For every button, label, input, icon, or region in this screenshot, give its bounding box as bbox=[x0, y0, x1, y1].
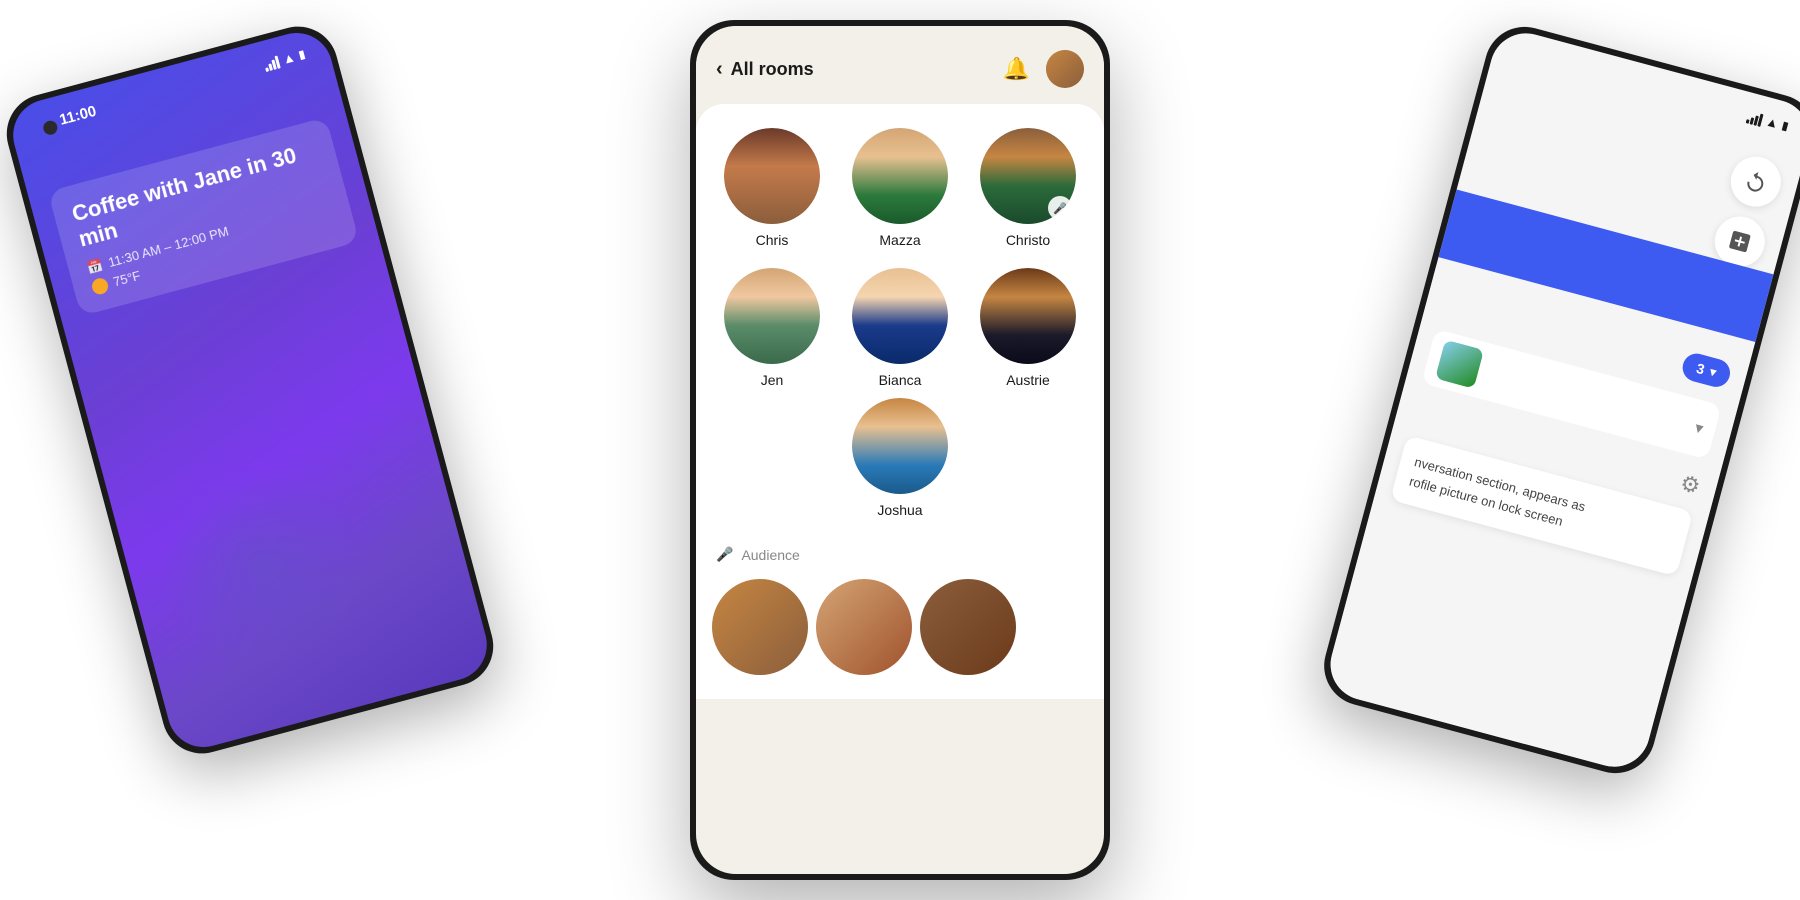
contact-name-bianca: Bianca bbox=[879, 372, 922, 388]
avatar-mazza bbox=[852, 128, 948, 224]
signal-icon bbox=[263, 54, 281, 71]
back-button[interactable]: ‹ All rooms bbox=[716, 58, 814, 81]
contact-bianca[interactable]: Bianca bbox=[840, 268, 960, 388]
contact-joshua-row[interactable]: Joshua bbox=[712, 398, 1088, 518]
count-badge[interactable]: 3 ▾ bbox=[1680, 351, 1733, 390]
mute-badge-christo: 🎤 bbox=[1048, 196, 1072, 220]
calendar-icon: 📅 bbox=[85, 257, 105, 277]
contacts-area: Chris Mazza bbox=[696, 104, 1104, 699]
mic-icon: 🎤 bbox=[716, 546, 733, 563]
contact-mazza[interactable]: Mazza bbox=[840, 128, 960, 248]
status-bar-left: ▲ ▮ bbox=[262, 47, 306, 72]
phone-center: ‹ All rooms 🔔 bbox=[690, 20, 1110, 880]
badge-chevron-icon: ▾ bbox=[1708, 365, 1717, 380]
clock-time: 11:00 bbox=[58, 103, 99, 129]
scene: ▲ ▮ 11:00 Coffee with Jane in 30 min 📅 1… bbox=[0, 0, 1800, 900]
rotate-icon-button[interactable] bbox=[1725, 151, 1786, 212]
contact-name-jen: Jen bbox=[761, 372, 784, 388]
contact-name-mazza: Mazza bbox=[879, 232, 920, 248]
audience-avatar-3[interactable] bbox=[920, 579, 1016, 675]
avatar-austrie bbox=[980, 268, 1076, 364]
audience-avatar-1[interactable] bbox=[712, 579, 808, 675]
phone-left: ▲ ▮ 11:00 Coffee with Jane in 30 min 📅 1… bbox=[0, 18, 502, 763]
contact-name-joshua: Joshua bbox=[877, 502, 922, 518]
bell-icon[interactable]: 🔔 bbox=[1003, 56, 1030, 82]
header-icons: 🔔 bbox=[1003, 50, 1084, 88]
thumbnail-image bbox=[1435, 340, 1484, 389]
contact-austrie[interactable]: Austrie bbox=[968, 268, 1088, 388]
camera-punch-hole bbox=[42, 119, 59, 136]
contact-name-chris: Chris bbox=[756, 232, 789, 248]
rooms-header: ‹ All rooms 🔔 bbox=[696, 26, 1104, 104]
contact-jen[interactable]: Jen bbox=[712, 268, 832, 388]
weather-sun-icon bbox=[90, 276, 110, 296]
avatar-bianca bbox=[852, 268, 948, 364]
back-arrow-icon: ‹ bbox=[716, 58, 723, 81]
right-content-area: 3 ▾ ▾ ⚙ nversation sec bbox=[1323, 267, 1753, 775]
phone-right: ▲ ▮ bbox=[1315, 18, 1800, 782]
notification-card: Coffee with Jane in 30 min 📅 11:30 AM – … bbox=[48, 117, 360, 316]
contact-name-christo: Christo bbox=[1006, 232, 1050, 248]
audience-section-label: 🎤 Audience bbox=[712, 534, 1088, 571]
status-bar-right: ▲ ▮ bbox=[1746, 109, 1790, 134]
avatar-joshua bbox=[852, 398, 948, 494]
user-avatar-header[interactable] bbox=[1046, 50, 1084, 88]
contacts-grid: Chris Mazza bbox=[712, 128, 1088, 388]
battery-icon-right: ▮ bbox=[1781, 119, 1790, 133]
avatar-christo: 🎤 bbox=[980, 128, 1076, 224]
battery-icon: ▮ bbox=[297, 48, 306, 62]
contact-chris[interactable]: Chris bbox=[712, 128, 832, 248]
avatar-chris bbox=[724, 128, 820, 224]
audience-avatar-2[interactable] bbox=[816, 579, 912, 675]
wifi-icon-right: ▲ bbox=[1764, 113, 1780, 131]
avatar-jen bbox=[724, 268, 820, 364]
thumbnail-chevron-icon: ▾ bbox=[1693, 418, 1706, 439]
bottom-avatars-row bbox=[712, 579, 1088, 675]
contact-name-austrie: Austrie bbox=[1006, 372, 1050, 388]
signal-icon-right bbox=[1746, 109, 1764, 126]
gear-icon[interactable]: ⚙ bbox=[1677, 470, 1703, 500]
header-title: All rooms bbox=[731, 59, 814, 80]
right-top-action-icons bbox=[1709, 151, 1786, 272]
contact-christo[interactable]: 🎤 Christo bbox=[968, 128, 1088, 248]
badge-count: 3 bbox=[1695, 360, 1707, 377]
wifi-icon: ▲ bbox=[281, 49, 297, 67]
